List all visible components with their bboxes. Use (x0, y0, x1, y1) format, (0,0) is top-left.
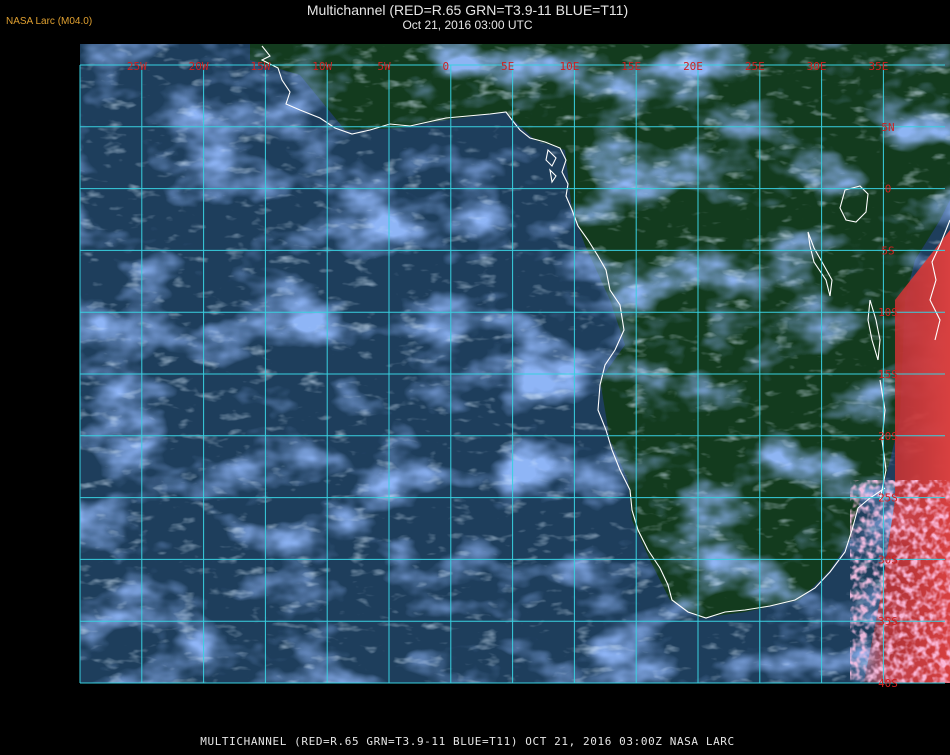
longitude-label: 20W (189, 60, 209, 73)
satellite-map: 25W 20W 15W 10W 5W 0 5E 10E 15E 20E 25E 30E 35E 5N 0 5S… (0, 0, 950, 750)
longitude-label: 15W (250, 60, 270, 73)
latitude-label: 20S (878, 430, 898, 443)
satellite-imagery (80, 44, 950, 727)
longitude-label: 10W (312, 60, 332, 73)
latitude-label: 0 (885, 183, 892, 196)
longitude-label: 35E (868, 60, 888, 73)
latitude-label: 5N (881, 121, 894, 134)
longitude-label: 20E (683, 60, 703, 73)
longitude-label: 25W (127, 60, 147, 73)
image-footer-caption: MULTICHANNEL (RED=R.65 GRN=T3.9-11 BLUE=… (200, 735, 735, 748)
latitude-label: 35S (878, 615, 898, 628)
cloud-wisps (80, 44, 950, 727)
longitude-label: 30E (807, 60, 827, 73)
longitude-label: 5E (501, 60, 514, 73)
longitude-label: 0 (442, 60, 449, 73)
satellite-map-svg: 25W 20W 15W 10W 5W 0 5E 10E 15E 20E 25E 30E 35E 5N 0 5S… (79, 44, 950, 727)
longitude-label: 25E (745, 60, 765, 73)
latitude-label: 15S (878, 368, 898, 381)
latitude-label: 40S (878, 677, 898, 690)
longitude-label: 10E (559, 60, 579, 73)
latitude-label: 10S (878, 306, 898, 319)
longitude-label: 5W (377, 60, 391, 73)
longitude-label: 15E (621, 60, 641, 73)
lower-blank-band (80, 683, 950, 727)
latitude-label: 25S (878, 492, 898, 505)
latitude-label: 5S (881, 244, 894, 257)
latitude-label: 30S (878, 553, 898, 566)
